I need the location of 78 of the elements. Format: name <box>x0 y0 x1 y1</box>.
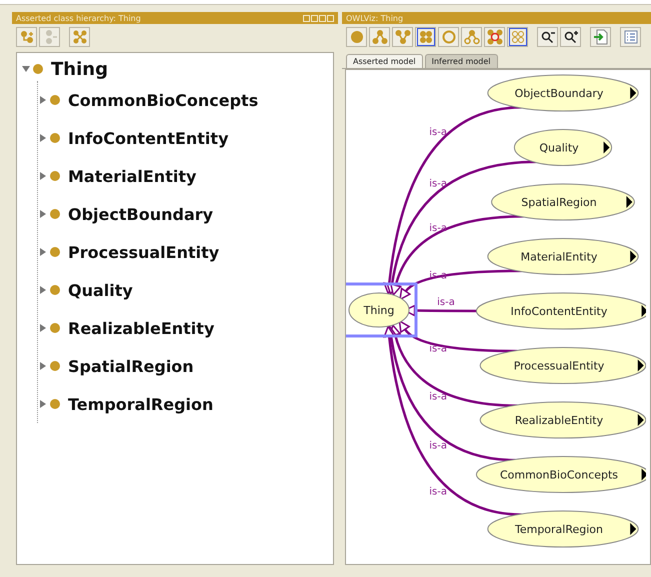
node-label: ObjectBoundary <box>514 87 604 100</box>
tab[interactable]: Inferred model <box>424 54 498 68</box>
edge-label: is-a <box>429 223 447 234</box>
toolbar-button[interactable] <box>560 27 581 47</box>
dot-grid-icon <box>418 29 434 45</box>
edge-label: is-a <box>429 486 447 498</box>
tree-item[interactable]: InfoContentEntity <box>68 128 228 148</box>
add-subclass-icon <box>18 29 34 45</box>
node-label: MaterialEntity <box>520 250 598 264</box>
tree-icon <box>464 29 480 45</box>
zoom-out-icon <box>540 29 556 45</box>
edge-label: is-a <box>429 127 447 138</box>
class-dot-icon <box>50 399 60 409</box>
class-node[interactable] <box>476 292 646 330</box>
class-dot-icon <box>50 171 60 181</box>
toolbar-button[interactable] <box>537 27 558 47</box>
class-dot-icon <box>33 64 43 74</box>
expand-arrow-icon[interactable] <box>38 324 48 332</box>
inverted-tree-icon <box>394 29 410 45</box>
edge-label: is-a <box>429 343 447 354</box>
class-node[interactable] <box>487 238 639 275</box>
tree-item[interactable]: TemporalRegion <box>68 394 214 414</box>
edge-label: is-a <box>429 178 447 190</box>
node-label: SpatialRegion <box>521 196 597 209</box>
node-label: TemporalRegion <box>514 523 604 536</box>
tree-item[interactable]: CommonBioConcepts <box>68 90 258 110</box>
class-node[interactable] <box>514 129 612 166</box>
expand-arrow-icon[interactable] <box>38 134 48 142</box>
panel-title: Asserted class hierarchy: Thing <box>16 14 141 22</box>
tree-item[interactable]: RealizableEntity <box>68 318 214 338</box>
class-dot-icon <box>50 247 60 257</box>
ring-icon <box>440 29 456 45</box>
edge-label: is-a <box>429 270 447 282</box>
expand-arrow-icon[interactable] <box>38 362 48 370</box>
edge-label: is-a <box>437 296 455 308</box>
class-node[interactable] <box>487 74 639 112</box>
node-label: ProcessualEntity <box>514 360 604 372</box>
export-icon <box>592 29 608 45</box>
expand-arrow-icon[interactable] <box>38 286 48 294</box>
edge-label: is-a <box>429 392 447 403</box>
expand-arrow-icon[interactable] <box>38 248 48 256</box>
class-node[interactable] <box>487 510 639 548</box>
node-label: Quality <box>539 142 579 154</box>
class-node[interactable] <box>476 456 646 493</box>
tree-item[interactable]: ObjectBoundary <box>68 204 214 224</box>
class-node[interactable] <box>480 402 646 438</box>
panel-title: OWLViz: Thing <box>346 14 404 22</box>
tree-icon <box>372 29 388 45</box>
list-icon <box>622 29 638 45</box>
dot-cross-icon <box>486 29 502 45</box>
expand-arrow-icon[interactable] <box>38 400 48 408</box>
collapse-arrow-icon[interactable] <box>21 65 31 73</box>
edge-label: is-a <box>429 440 447 452</box>
tree-item[interactable]: SpatialRegion <box>68 356 194 376</box>
zoom-in-icon <box>562 29 578 45</box>
class-dot-icon <box>50 323 60 333</box>
tree-item[interactable]: ProcessualEntity <box>68 242 220 262</box>
node-label: InfoContentEntity <box>510 305 608 318</box>
node-label: Thing <box>364 304 394 317</box>
class-node[interactable] <box>480 347 646 384</box>
expand-arrow-icon[interactable] <box>38 172 48 180</box>
node-label: CommonBioConcepts <box>500 468 618 482</box>
expand-arrow-icon[interactable] <box>38 210 48 218</box>
class-node[interactable] <box>491 184 635 220</box>
class-node[interactable] <box>348 292 410 328</box>
tree-item[interactable]: Quality <box>68 280 133 300</box>
class-dot-icon <box>50 285 60 295</box>
ring-grid-icon <box>510 29 526 45</box>
tree-item[interactable]: Thing <box>51 58 108 80</box>
node-label: RealizableEntity <box>514 414 604 427</box>
expand-arrow-icon[interactable] <box>38 96 48 104</box>
dot-icon <box>348 29 364 45</box>
class-dot-icon <box>50 361 60 371</box>
tab[interactable]: Asserted model <box>346 54 423 68</box>
class-dot-icon <box>50 209 60 219</box>
tree-item[interactable]: MaterialEntity <box>68 166 196 186</box>
class-dot-icon <box>50 95 60 105</box>
class-dot-icon <box>50 133 60 143</box>
